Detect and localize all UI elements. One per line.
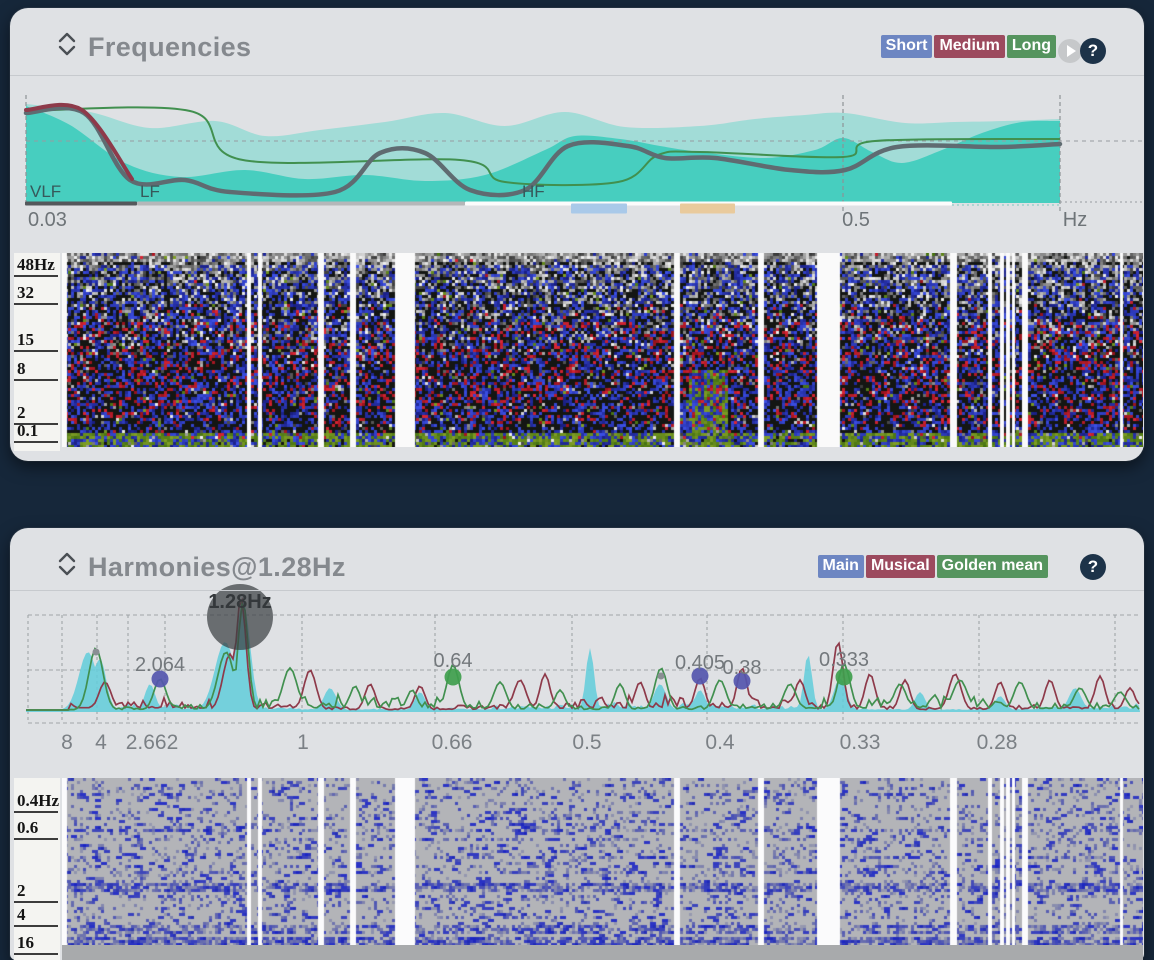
peak-label: 0.405 (675, 652, 725, 674)
peak-label: 2.064 (135, 654, 185, 676)
spectrogram-y-axis: 0.4Hz 0.6 24 16 (14, 778, 60, 960)
series-musical-line (26, 600, 1139, 710)
help-button[interactable]: ? (1080, 554, 1106, 580)
y-axis-tick: 0.4Hz (14, 791, 58, 813)
x-axis-tick: 1 (297, 731, 309, 754)
minor-peak-dot[interactable] (658, 673, 665, 680)
legend-item-medium[interactable]: Medium (934, 35, 1004, 58)
band-label: HF (522, 182, 545, 201)
range-bar[interactable] (137, 202, 465, 206)
peak-label: 0.64 (434, 650, 473, 672)
x-axis-label: 0.5 (842, 209, 870, 231)
frequencies-header: Frequencies ShortMediumLong ? (10, 8, 1144, 75)
range-bar[interactable] (25, 202, 137, 206)
y-axis-tick: 2 (14, 881, 58, 903)
range-highlight[interactable] (680, 204, 735, 214)
harmonies-header: Harmonies@1.28Hz MainMusicalGolden mean … (10, 528, 1144, 595)
x-axis-label: Hz (1063, 209, 1087, 231)
legend-item-musical[interactable]: Musical (866, 555, 935, 578)
x-axis-label: 0.03 (28, 209, 67, 231)
legend-item-short[interactable]: Short (881, 35, 933, 58)
x-axis-tick: 8 (61, 731, 73, 754)
collapse-expand-icon[interactable] (55, 550, 79, 578)
x-axis-tick: 0.28 (977, 731, 1018, 754)
series-golden-mean-line (26, 604, 1139, 710)
app-background: Frequencies ShortMediumLong ? VLF LF HF 0.0… (0, 0, 1154, 960)
frequencies-panel: Frequencies ShortMediumLong ? VLF LF HF 0.0… (10, 8, 1144, 461)
legend-item-golden-mean[interactable]: Golden mean (937, 555, 1048, 578)
range-highlight[interactable] (571, 204, 627, 214)
spectrogram-y-axis: 48Hz3215820.1 (14, 253, 60, 451)
spectrogram-footer (62, 945, 1143, 960)
harmonies-panel: Harmonies@1.28Hz MainMusicalGolden mean … (10, 528, 1144, 960)
y-axis-tick: 4 (14, 905, 58, 927)
frequencies-spectrogram[interactable] (62, 253, 1143, 447)
peak-label: 0.333 (819, 649, 869, 671)
y-axis-tick: 0.6 (14, 818, 58, 840)
band-label: LF (140, 182, 160, 201)
x-axis-tick: 0.4 (705, 731, 735, 754)
y-axis-tick: 48Hz (14, 255, 58, 277)
x-axis-tick: 2.662 (126, 731, 179, 754)
help-button[interactable]: ? (1080, 38, 1106, 64)
legend: ShortMediumLong (881, 35, 1056, 58)
x-axis-tick: 4 (95, 731, 107, 754)
y-axis-tick: 15 (14, 330, 58, 352)
play-button[interactable] (1058, 39, 1082, 63)
band-label: VLF (30, 182, 61, 201)
peak-label: 0.38 (723, 657, 762, 679)
x-axis-tick: 0.66 (432, 731, 473, 754)
harmonies-spectrogram[interactable] (62, 778, 1143, 945)
y-axis-tick: 32 (14, 283, 58, 305)
minor-peak-dot[interactable] (93, 649, 100, 656)
collapse-expand-icon[interactable] (55, 30, 79, 58)
x-axis-tick: 0.5 (572, 731, 601, 754)
y-axis-tick: 0.1 (14, 421, 58, 443)
peak-marker[interactable] (836, 669, 853, 686)
play-icon (1067, 45, 1076, 57)
divider (10, 75, 1144, 76)
y-axis-tick: 8 (14, 359, 58, 381)
legend-item-main[interactable]: Main (818, 555, 864, 578)
panel-title: Frequencies (88, 32, 251, 63)
series-cyan-area (26, 601, 1140, 712)
y-axis-tick: 16 (14, 933, 58, 955)
legend-item-long[interactable]: Long (1007, 35, 1056, 58)
x-axis-tick: 0.33 (840, 731, 881, 754)
legend: MainMusicalGolden mean (818, 555, 1049, 578)
panel-title: Harmonies@1.28Hz (88, 552, 346, 583)
